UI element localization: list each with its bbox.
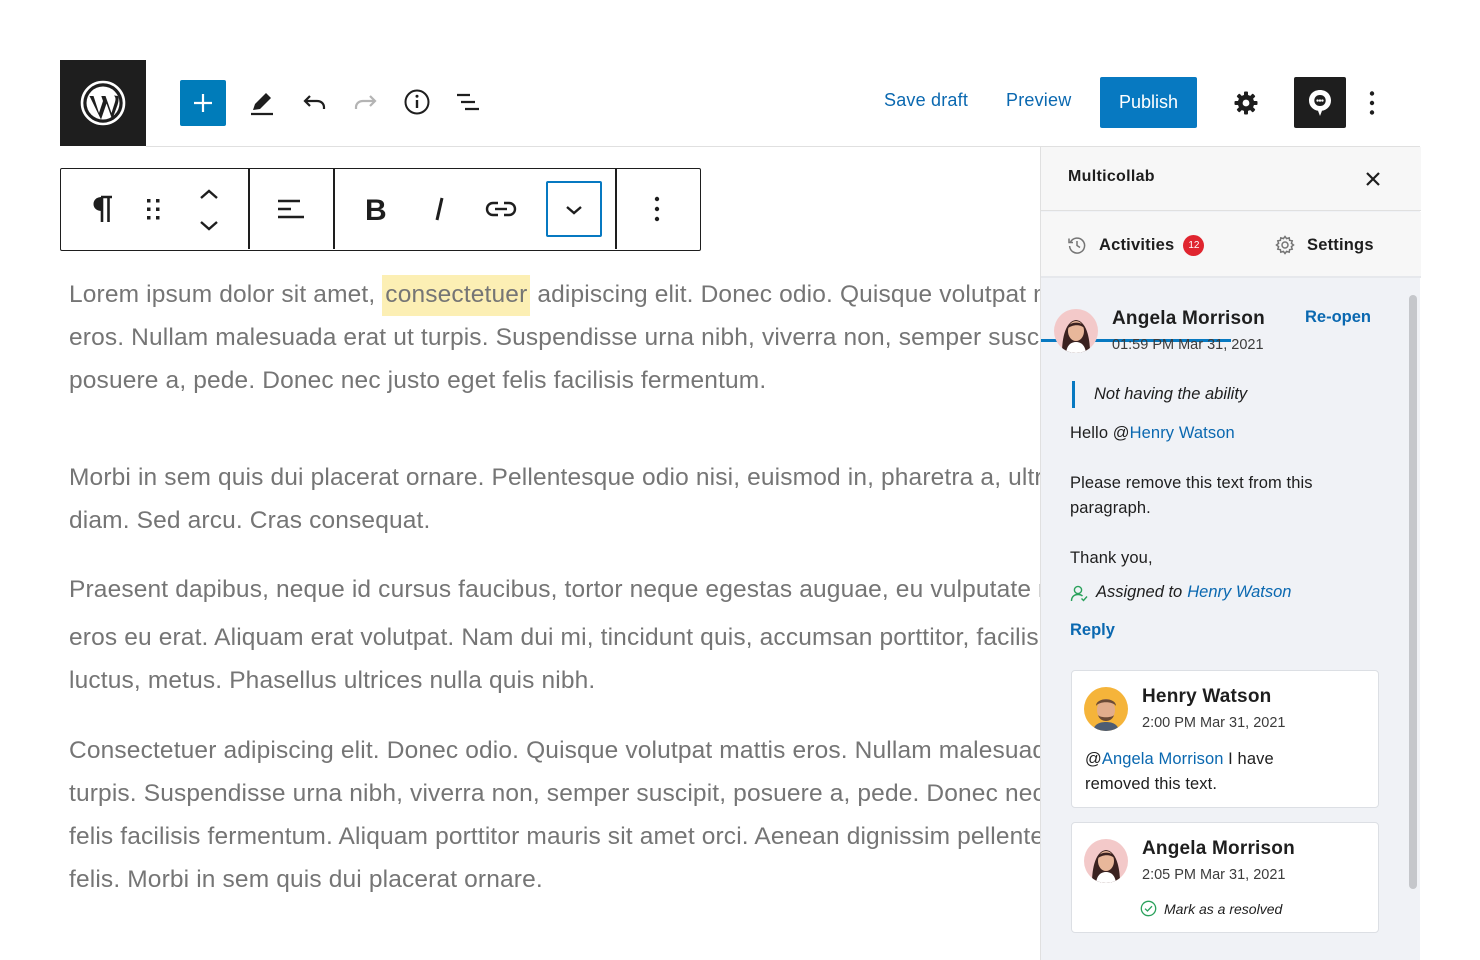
more-options-button[interactable] <box>1352 83 1392 123</box>
sidebar-scrollbar[interactable] <box>1409 295 1417 889</box>
comment-timestamp: 01:59 PM Mar 31, 2021 <box>1112 337 1264 353</box>
user-avatar-icon <box>1054 309 1098 353</box>
editor-canvas[interactable]: Lorem ipsum dolor sit amet, consectetuer… <box>69 0 1041 960</box>
paragraph-line: eros eu erat. Aliquam erat volutpat. Nam… <box>69 624 1041 651</box>
comment-message: @Angela Morrison I have removed this tex… <box>1085 750 1274 793</box>
user-avatar-icon <box>1084 687 1128 731</box>
gear-icon <box>1234 91 1258 115</box>
comment-author: Henry Watson <box>1142 686 1272 707</box>
paragraph-block[interactable]: Consectetuer adipiscing elit. Donec odio… <box>69 729 1041 901</box>
avatar <box>1054 309 1098 353</box>
check-circle-icon <box>1140 900 1157 917</box>
mark-resolved-button[interactable]: Mark as a resolved <box>1140 900 1282 917</box>
paragraph-block[interactable]: Morbi in sem quis dui placerat ornare. P… <box>69 456 1041 542</box>
comment-timestamp: 2:00 PM Mar 31, 2021 <box>1142 715 1286 731</box>
avatar <box>1084 687 1128 731</box>
paragraph-line: Consectetuer adipiscing elit. Donec odio… <box>69 737 1041 764</box>
comment-author: Angela Morrison <box>1112 308 1265 329</box>
history-icon <box>1068 237 1086 254</box>
paragraph-block[interactable]: Lorem ipsum dolor sit amet, consectetuer… <box>69 273 1041 402</box>
sidebar-tabs: Activities 12 Settings <box>1041 212 1421 342</box>
sidebar-header: Multicollab <box>1041 147 1421 211</box>
user-icon <box>1070 585 1088 602</box>
quote-bar <box>1072 381 1075 408</box>
more-vertical-icon <box>1369 91 1375 115</box>
highlighted-text[interactable]: consectetuer <box>382 275 531 316</box>
gear-outline-icon <box>1275 235 1295 255</box>
comment-greeting: Hello @Henry Watson <box>1070 424 1235 442</box>
multicollab-sidebar: Multicollab Activities 12 Settings Angel… <box>1040 147 1421 960</box>
tab-settings[interactable]: Settings <box>1275 212 1374 278</box>
comment-author: Angela Morrison <box>1142 838 1295 859</box>
paragraph-line: luctus, metus. Phasellus ultrices nulla … <box>69 667 596 694</box>
multicollab-icon <box>1309 89 1331 116</box>
comment-timestamp: 2:05 PM Mar 31, 2021 <box>1142 867 1286 883</box>
quoted-text: Not having the ability <box>1094 385 1248 403</box>
activity-count-badge: 12 <box>1183 234 1205 256</box>
mention-link[interactable]: Angela Morrison <box>1102 750 1224 768</box>
paragraph-line: diam. Sed arcu. Cras consequat. <box>69 507 431 534</box>
assignee-link[interactable]: Henry Watson <box>1187 583 1291 602</box>
paragraph-line: Morbi in sem quis dui placerat ornare. P… <box>69 464 1041 491</box>
tab-activities[interactable]: Activities 12 <box>1067 212 1205 278</box>
multicollab-toggle-button[interactable] <box>1294 77 1346 128</box>
close-sidebar-button[interactable] <box>1357 163 1389 195</box>
paragraph-block[interactable]: Praesent dapibus, neque id cursus faucib… <box>69 568 1041 702</box>
reopen-button[interactable]: Re-open <box>1305 308 1371 327</box>
paragraph-line: felis facilisis fermentum. Aliquam portt… <box>69 823 1041 850</box>
assigned-to: Assigned to Henry Watson <box>1070 583 1291 602</box>
paragraph-line: felis. Morbi in sem quis dui placerat or… <box>69 866 543 893</box>
comment-message: Please remove this text from this paragr… <box>1070 474 1313 517</box>
paragraph-line: eros. Nullam malesuada erat ut turpis. S… <box>69 324 1041 351</box>
close-icon <box>1366 172 1380 186</box>
sidebar-title: Multicollab <box>1068 168 1155 185</box>
comment-signoff: Thank you, <box>1070 549 1153 567</box>
settings-button[interactable] <box>1226 83 1266 123</box>
paragraph-line: posuere a, pede. Donec nec justo eget fe… <box>69 367 767 394</box>
reply-card: Henry Watson 2:00 PM Mar 31, 2021 @Angel… <box>1071 670 1379 808</box>
user-avatar-icon <box>1084 839 1128 883</box>
tab-label: Activities <box>1099 235 1175 254</box>
paragraph-line: turpis. Suspendisse urna nibh, viverra n… <box>69 780 1041 807</box>
avatar <box>1084 839 1128 883</box>
paragraph-line: Praesent dapibus, neque id cursus faucib… <box>69 576 1041 603</box>
reply-card: Angela Morrison 2:05 PM Mar 31, 2021 Mar… <box>1071 822 1379 933</box>
tab-label: Settings <box>1307 235 1374 254</box>
paragraph-line: Lorem ipsum dolor sit amet, consectetuer… <box>69 273 1041 316</box>
reply-button[interactable]: Reply <box>1070 621 1115 640</box>
publish-button[interactable]: Publish <box>1100 77 1197 128</box>
mention-link[interactable]: Henry Watson <box>1130 424 1235 442</box>
